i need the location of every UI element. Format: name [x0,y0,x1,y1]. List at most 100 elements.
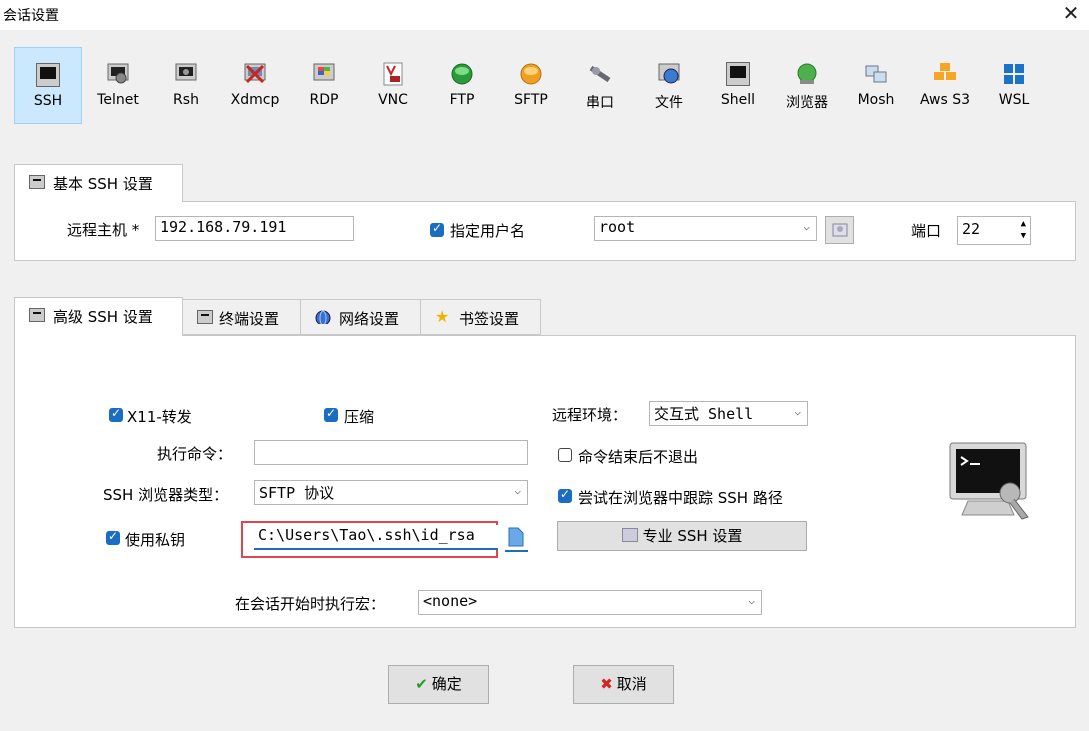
chevron-down-icon: ⌵ [748,594,755,607]
tab-advanced-ssh[interactable]: 高级 SSH 设置 [14,297,183,336]
terminal-settings-icon [197,310,213,324]
session-type-label: Telnet [97,92,139,108]
x11-forward-checkbox[interactable] [109,406,123,422]
file-icon [657,62,681,86]
session-type-aws-s3[interactable]: Aws S3 [911,47,979,124]
session-type-label: 串口 [586,95,614,111]
window-title: 会话设置 [3,8,59,24]
session-type-telnet[interactable]: Telnet [84,47,152,124]
username-combobox[interactable]: root ⌵ [594,216,817,241]
port-label: 端口 [911,222,942,240]
session-type-label: 浏览器 [786,95,828,111]
vnc-icon [381,62,405,86]
session-type-label: VNC [378,92,408,108]
chevron-down-icon: ⌵ [803,220,810,233]
tab-basic-ssh[interactable]: 基本 SSH 设置 [14,164,183,202]
x11-forward-label: X11-转发 [127,408,192,426]
session-type-label: SFTP [514,92,548,108]
ok-label: 确定 [431,675,462,693]
rsh-icon [174,62,198,86]
browser-type-value: SFTP 协议 [259,484,335,502]
cancel-button[interactable]: ✖ 取消 [573,665,674,704]
star-icon: ★ [435,307,450,326]
remote-env-combobox[interactable]: 交互式 Shell ⌵ [649,401,808,426]
browse-key-button[interactable] [505,525,528,552]
macro-combobox[interactable]: <none> ⌵ [418,590,762,615]
session-type-label: Aws S3 [920,92,970,108]
remote-env-label: 远程环境： [552,406,628,424]
specify-user-label: 指定用户名 [450,222,526,240]
user-manager-button[interactable] [825,216,854,244]
advanced-ssh-panel [14,335,1076,628]
title-bar: 会话设置 ✕ [0,0,1089,30]
telnet-icon [106,62,130,86]
compress-checkbox[interactable] [324,406,338,422]
private-key-label: 使用私钥 [125,531,186,549]
rdp-icon [312,62,336,86]
terminal-icon [29,175,45,189]
user-icon [832,223,847,237]
aws-s3-icon [933,62,957,86]
browser-type-combobox[interactable]: SFTP 协议 ⌵ [254,480,528,505]
close-button[interactable]: ✕ [1058,2,1084,26]
session-type-file[interactable]: 文件 [635,47,703,124]
session-type-label: Mosh [857,92,895,108]
exec-command-input[interactable] [254,440,528,465]
session-type-label: Xdmcp [230,92,280,108]
specify-user-checkbox[interactable] [430,221,444,237]
chevron-down-icon: ⌵ [794,405,801,418]
session-type-ssh[interactable]: SSH [14,47,82,124]
close-icon: ✖ [600,675,613,693]
session-type-browser[interactable]: 浏览器 [773,47,841,124]
session-type-rsh[interactable]: Rsh [152,47,220,124]
session-type-label: RDP [309,92,339,108]
check-icon: ✔ [415,675,428,693]
ssh-key-terminal-icon [948,441,1032,521]
session-type-rdp[interactable]: RDP [290,47,358,124]
tab-terminal-settings-label: 终端设置 [219,310,280,328]
mosh-icon [864,62,888,86]
session-type-xdmcp[interactable]: Xdmcp [221,47,289,124]
tab-network-settings[interactable]: 网络设置 [300,299,421,335]
browser-icon [795,62,819,86]
follow-path-checkbox[interactable] [558,487,572,503]
session-type-serial[interactable]: 串口 [566,47,634,124]
tab-basic-ssh-label: 基本 SSH 设置 [53,175,153,193]
session-type-label: FTP [449,92,475,108]
no-exit-checkbox[interactable] [558,448,572,462]
session-type-label: Shell [720,92,756,108]
tab-terminal-settings[interactable]: 终端设置 [182,299,301,335]
tab-bookmark-settings[interactable]: ★ 书签设置 [420,299,541,335]
expert-ssh-settings-button[interactable]: 专业 SSH 设置 [557,521,807,551]
expert-ssh-settings-label: 专业 SSH 设置 [642,527,743,545]
tab-advanced-ssh-label: 高级 SSH 设置 [53,308,153,326]
macro-label: 在会话开始时执行宏： [235,595,386,613]
ssh-icon [36,63,60,87]
session-type-label: SSH [33,93,63,109]
session-type-mosh[interactable]: Mosh [842,47,910,124]
serial-icon [588,62,612,86]
chevron-down-icon: ⌵ [514,484,521,497]
session-type-label: Rsh [173,92,199,108]
browser-type-label: SSH 浏览器类型： [103,486,229,504]
session-type-sftp[interactable]: SFTP [497,47,565,124]
spinner-arrows-icon[interactable]: ▲ ▼ [1021,218,1026,242]
globe-icon [315,310,331,324]
tab-network-settings-label: 网络设置 [339,310,400,328]
private-key-path-input[interactable]: C:\Users\Tao\.ssh\id_rsa [254,525,498,550]
session-type-shell[interactable]: Shell [704,47,772,124]
tab-bookmark-settings-label: 书签设置 [459,310,520,328]
exec-command-label: 执行命令： [157,445,233,463]
remote-env-value: 交互式 Shell [654,405,754,423]
ftp-icon [450,62,474,86]
port-spinner[interactable]: 22 ▲ ▼ [957,216,1031,245]
remote-host-input[interactable]: 192.168.79.191 [155,216,354,241]
session-type-vnc[interactable]: VNC [359,47,427,124]
follow-path-label: 尝试在浏览器中跟踪 SSH 路径 [578,489,783,507]
remote-host-label: 远程主机 * [67,221,140,239]
session-type-wsl[interactable]: WSL [980,47,1048,124]
ok-button[interactable]: ✔ 确定 [388,665,489,704]
private-key-checkbox[interactable] [106,529,120,545]
session-type-ftp[interactable]: FTP [428,47,496,124]
settings-icon [621,528,638,542]
